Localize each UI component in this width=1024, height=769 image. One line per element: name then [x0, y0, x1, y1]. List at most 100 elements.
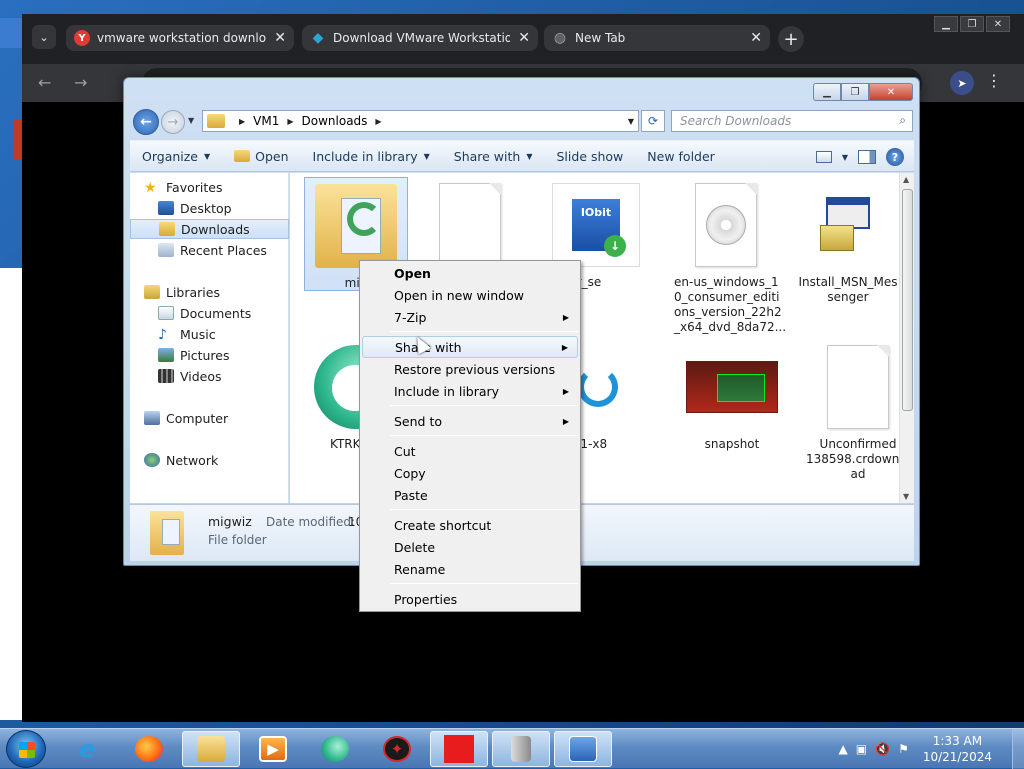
open-button[interactable]: Open — [222, 149, 300, 164]
nav-videos[interactable]: Videos — [130, 366, 289, 386]
tab-search-button[interactable]: ⌄ — [32, 25, 56, 49]
share-label: Share with — [453, 148, 521, 164]
include-in-library-button[interactable]: Include in library ▼ — [301, 149, 442, 164]
menu-item-include-in-library[interactable]: Include in library ▶ — [362, 380, 578, 402]
file-item-unconfirmed[interactable]: Unconfirmed 138598.crdownlo ad — [806, 339, 899, 482]
chevron-right-icon[interactable]: ▶ — [287, 117, 293, 126]
maximize-button[interactable]: ❐ — [841, 83, 869, 101]
menu-item-cut[interactable]: Cut — [362, 440, 578, 462]
search-input[interactable]: Search Downloads ⌕ — [671, 110, 913, 132]
kebab-menu-icon[interactable]: ⋮ — [986, 71, 1002, 90]
desktop-icon-partial[interactable] — [0, 18, 22, 48]
file-item-snapshot[interactable]: snapshot — [680, 339, 784, 452]
search-icon[interactable]: ⌕ — [899, 113, 906, 128]
nav-computer[interactable]: Computer — [144, 408, 284, 428]
close-button[interactable]: ✕ — [869, 83, 913, 101]
taskbar-explorer[interactable] — [182, 731, 240, 767]
chevron-down-icon: ⌄ — [39, 30, 49, 44]
nav-recent-places[interactable]: Recent Places — [130, 240, 289, 260]
breadcrumb-downloads[interactable]: Downloads — [302, 114, 368, 128]
taskbar-red-app[interactable]: ✦ — [368, 731, 426, 767]
nav-pictures[interactable]: Pictures — [130, 345, 289, 365]
breadcrumb-vm1[interactable]: VM1 — [253, 114, 279, 128]
menu-item-open-new-window[interactable]: Open in new window — [362, 284, 578, 306]
file-item-install-msn[interactable]: Install_MSN_Mes senger — [796, 177, 899, 305]
refresh-button[interactable]: ⟳ — [641, 110, 665, 132]
taskbar-firefox[interactable] — [120, 731, 178, 767]
help-icon[interactable]: ? — [886, 148, 904, 166]
close-icon[interactable]: ✕ — [518, 30, 530, 46]
close-icon[interactable]: ✕ — [750, 30, 762, 46]
back-button[interactable]: ← — [38, 73, 51, 92]
flag-icon[interactable]: ⚑ — [898, 742, 909, 756]
menu-item-send-to[interactable]: Send to ▶ — [362, 410, 578, 432]
nav-network[interactable]: Network — [144, 450, 284, 470]
close-button[interactable]: ✕ — [986, 16, 1010, 32]
tab-vmware-download[interactable]: ◆ Download VMware Workstation Pr ✕ — [302, 25, 538, 51]
share-with-button[interactable]: Share with ▼ — [442, 149, 545, 164]
chevron-down-icon[interactable]: ▼ — [628, 117, 634, 126]
slide-show-button[interactable]: Slide show — [545, 149, 636, 164]
chevron-up-icon[interactable]: ▲ — [839, 742, 848, 756]
vertical-scrollbar[interactable]: ▲ ▼ — [899, 173, 914, 503]
menu-item-copy[interactable]: Copy — [362, 462, 578, 484]
show-desktop-button[interactable] — [1012, 729, 1024, 769]
menu-item-share-with[interactable]: Share with ▶ — [362, 336, 578, 358]
taskbar-server-app[interactable] — [492, 731, 550, 767]
taskbar-internet-explorer[interactable]: e — [58, 731, 116, 767]
menu-item-paste[interactable]: Paste — [362, 484, 578, 506]
chevron-down-icon[interactable]: ▼ — [842, 153, 848, 162]
scroll-down-icon[interactable]: ▼ — [903, 492, 909, 501]
menu-item-restore-previous[interactable]: Restore previous versions — [362, 358, 578, 380]
network-tray-icon[interactable]: ▣ — [856, 742, 867, 756]
volume-muted-icon[interactable]: 🔇 — [875, 742, 890, 756]
nav-music[interactable]: ♪ Music — [130, 324, 289, 344]
taskbar-ktrk[interactable] — [306, 731, 364, 767]
preview-pane-icon[interactable] — [858, 150, 876, 164]
background-window-edge — [0, 268, 22, 720]
nav-libraries[interactable]: Libraries — [144, 282, 284, 302]
chevron-right-icon[interactable]: ▶ — [239, 117, 245, 126]
minimize-button[interactable]: ▁ — [813, 83, 841, 101]
profile-avatar[interactable]: ➤ — [950, 71, 974, 95]
nav-downloads[interactable]: Downloads — [130, 219, 289, 239]
menu-item-delete[interactable]: Delete — [362, 536, 578, 558]
recent-pages-dropdown[interactable]: ▼ — [188, 116, 194, 125]
change-view-icon[interactable] — [815, 151, 832, 163]
folder-icon — [150, 511, 184, 555]
taskbar-control-panel[interactable] — [554, 731, 612, 767]
menu-item-7zip[interactable]: 7-Zip ▶ — [362, 306, 578, 328]
menu-item-create-shortcut[interactable]: Create shortcut — [362, 514, 578, 536]
close-icon[interactable]: ✕ — [274, 30, 286, 46]
forward-button[interactable]: → — [161, 110, 185, 134]
new-tab-button[interactable]: + — [778, 26, 804, 52]
maximize-button[interactable]: ❐ — [960, 16, 984, 32]
taskbar-paint[interactable] — [430, 731, 488, 767]
desktop-icon-partial-red[interactable] — [14, 120, 22, 160]
tab-label: New Tab — [575, 31, 626, 45]
minimize-button[interactable]: ▁ — [934, 16, 958, 32]
taskbar-media-player[interactable]: ▶ — [244, 731, 302, 767]
control-panel-icon — [569, 736, 597, 762]
nav-documents[interactable]: Documents — [130, 303, 289, 323]
scrollbar-thumb[interactable] — [902, 189, 913, 411]
new-folder-button[interactable]: New folder — [635, 149, 727, 164]
start-button[interactable] — [6, 730, 46, 768]
chevron-right-icon[interactable]: ▶ — [375, 117, 381, 126]
star-icon: ★ — [144, 180, 157, 196]
forward-button[interactable]: → — [74, 73, 87, 92]
breadcrumb[interactable]: ▶ VM1 ▶ Downloads ▶ ▼ — [202, 110, 639, 132]
menu-item-properties[interactable]: Properties — [362, 588, 578, 610]
nav-desktop[interactable]: Desktop — [130, 198, 289, 218]
clock[interactable]: 1:33 AM 10/21/2024 — [923, 733, 992, 765]
menu-item-rename[interactable]: Rename — [362, 558, 578, 580]
scroll-up-icon[interactable]: ▲ — [903, 175, 909, 184]
tab-new-tab[interactable]: ◍ New Tab ✕ — [544, 25, 770, 51]
back-button[interactable]: ← — [133, 109, 159, 135]
nav-favorites[interactable]: ★ Favorites — [144, 177, 284, 197]
menu-item-open[interactable]: Open — [362, 262, 578, 284]
organize-button[interactable]: Organize ▼ — [130, 149, 222, 164]
tab-vmware-search[interactable]: Y vmware workstation download — ✕ — [66, 25, 294, 51]
file-item-windows-iso[interactable]: en-us_windows_1 0_consumer_editi ons_ver… — [674, 177, 786, 335]
nav-label: Pictures — [180, 347, 230, 363]
